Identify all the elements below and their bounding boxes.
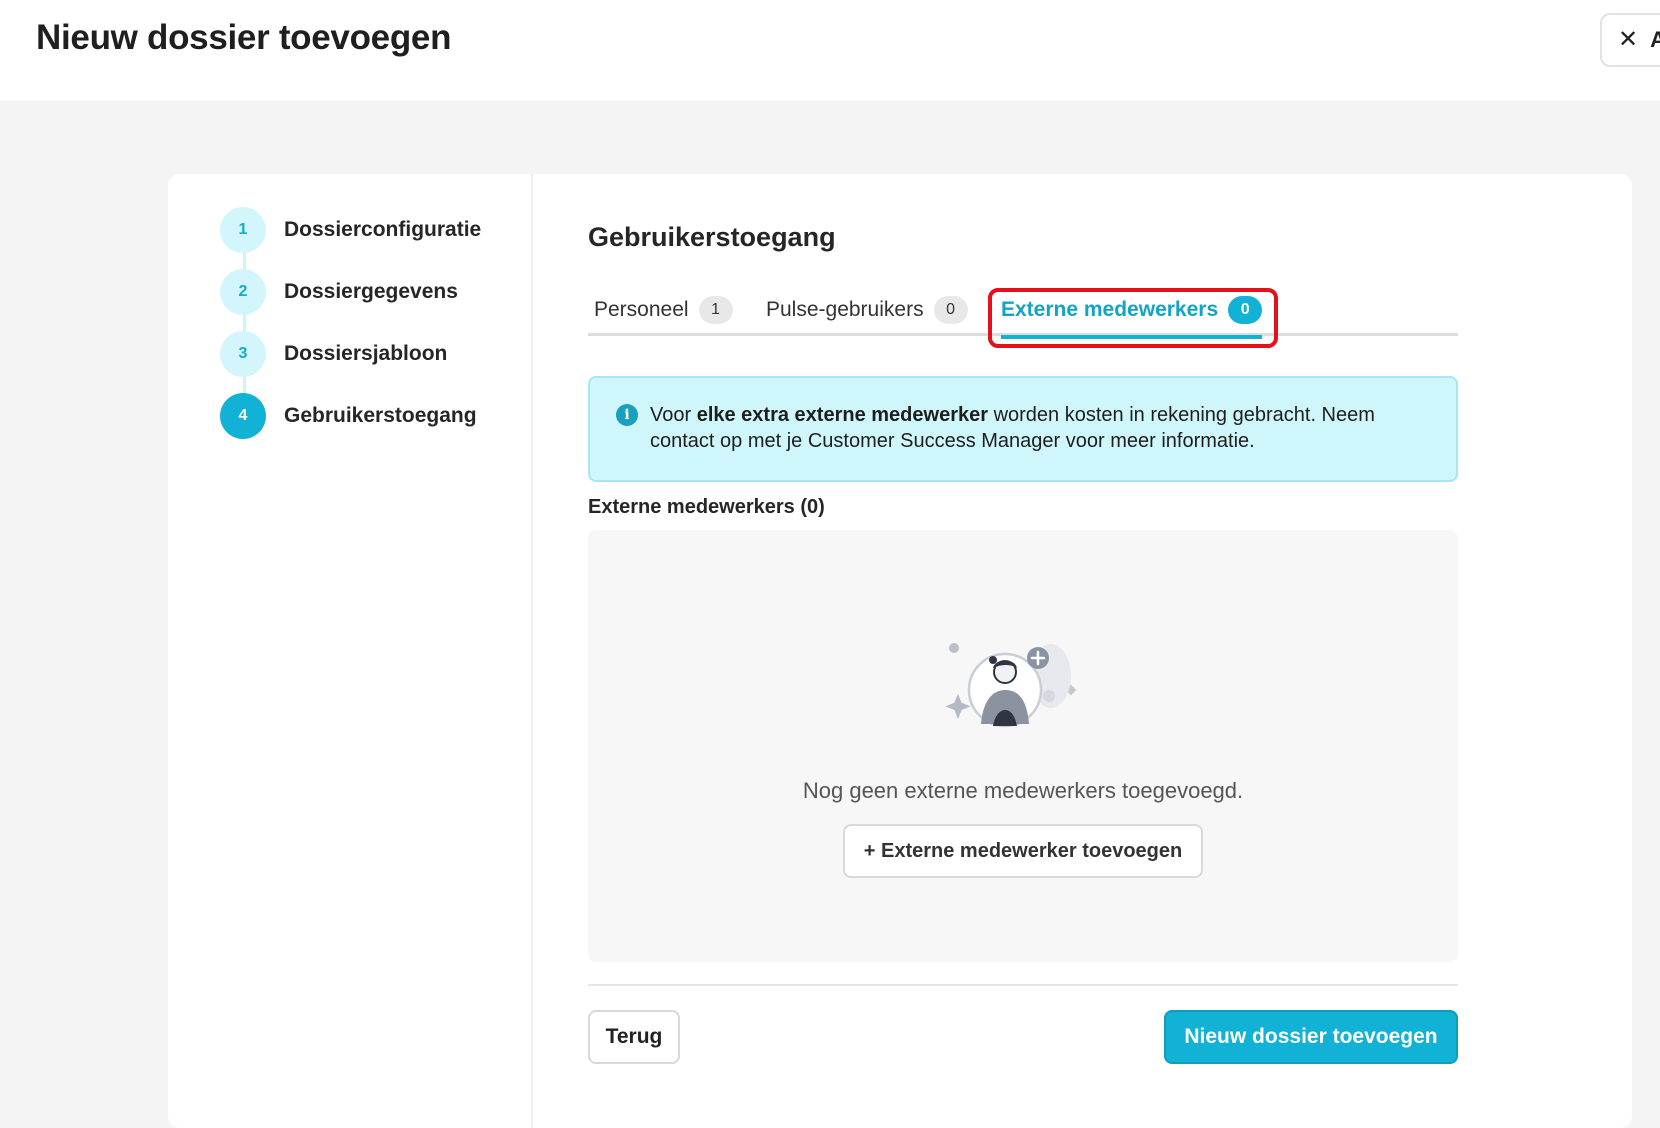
info-text: Voor elke extra externe medewerker worde… bbox=[650, 402, 1440, 454]
submit-new-dossier-button[interactable]: Nieuw dossier toevoegen bbox=[1164, 1010, 1458, 1064]
step-dossiergegevens[interactable]: 2 Dossiergegevens bbox=[220, 269, 458, 315]
top-bar: Nieuw dossier toevoegen ✕ A bbox=[0, 0, 1660, 101]
step-label: Dossierconfiguratie bbox=[284, 218, 482, 241]
close-button-label: A bbox=[1650, 27, 1660, 52]
info-icon: i bbox=[616, 404, 638, 426]
close-button[interactable]: ✕ A bbox=[1600, 13, 1660, 67]
list-title: Externe medewerkers (0) bbox=[588, 496, 825, 518]
empty-state-panel: Nog geen externe medewerkers toegevoegd.… bbox=[588, 530, 1458, 962]
step-number: 1 bbox=[220, 207, 266, 253]
tab-label: Pulse-gebruikers bbox=[766, 298, 924, 321]
step-label: Gebruikerstoegang bbox=[284, 404, 477, 427]
step-label: Dossiersjabloon bbox=[284, 342, 448, 365]
step-gebruikerstoegang[interactable]: 4 Gebruikerstoegang bbox=[220, 393, 477, 439]
tab-label: Externe medewerkers bbox=[1001, 298, 1219, 321]
wizard-card: 1 Dossierconfiguratie 2 Dossiergegevens … bbox=[168, 174, 1632, 1128]
tab-externe-medewerkers[interactable]: Externe medewerkers 0 bbox=[1001, 284, 1263, 339]
page-title: Nieuw dossier toevoegen bbox=[36, 18, 452, 57]
close-icon: ✕ bbox=[1618, 26, 1639, 53]
step-number: 3 bbox=[220, 331, 266, 377]
add-external-employee-button[interactable]: + Externe medewerker toevoegen bbox=[843, 824, 1203, 878]
info-text-prefix: Voor bbox=[650, 404, 697, 426]
step-dossiersjabloon[interactable]: 3 Dossiersjabloon bbox=[220, 331, 447, 377]
tab-label: Personeel bbox=[594, 298, 689, 321]
count-badge: 0 bbox=[1228, 296, 1263, 324]
step-label: Dossiergegevens bbox=[284, 280, 458, 303]
empty-state-text: Nog geen externe medewerkers toegevoegd. bbox=[802, 778, 1244, 803]
footer-divider bbox=[588, 984, 1458, 986]
stepper: 1 Dossierconfiguratie 2 Dossiergegevens … bbox=[168, 174, 533, 1128]
step-number: 2 bbox=[220, 269, 266, 315]
info-banner: i Voor elke extra externe medewerker wor… bbox=[588, 376, 1458, 482]
tab-personeel[interactable]: Personeel 1 bbox=[594, 284, 733, 336]
count-badge: 0 bbox=[933, 296, 968, 324]
section-title: Gebruikerstoegang bbox=[588, 222, 836, 252]
step-number: 4 bbox=[220, 393, 266, 439]
empty-user-illustration-icon bbox=[945, 643, 1077, 728]
tab-pulse-gebruikers[interactable]: Pulse-gebruikers 0 bbox=[766, 284, 968, 336]
tab-bar: Personeel 1 Pulse-gebruikers 0 Externe m… bbox=[588, 284, 1458, 339]
step-dossierconfiguratie[interactable]: 1 Dossierconfiguratie bbox=[220, 207, 481, 253]
info-text-bold: elke extra externe medewerker bbox=[696, 404, 989, 426]
count-badge: 1 bbox=[698, 296, 733, 324]
back-button[interactable]: Terug bbox=[588, 1010, 680, 1064]
main-content: Gebruikerstoegang Personeel 1 Pulse-gebr… bbox=[588, 174, 1458, 1128]
